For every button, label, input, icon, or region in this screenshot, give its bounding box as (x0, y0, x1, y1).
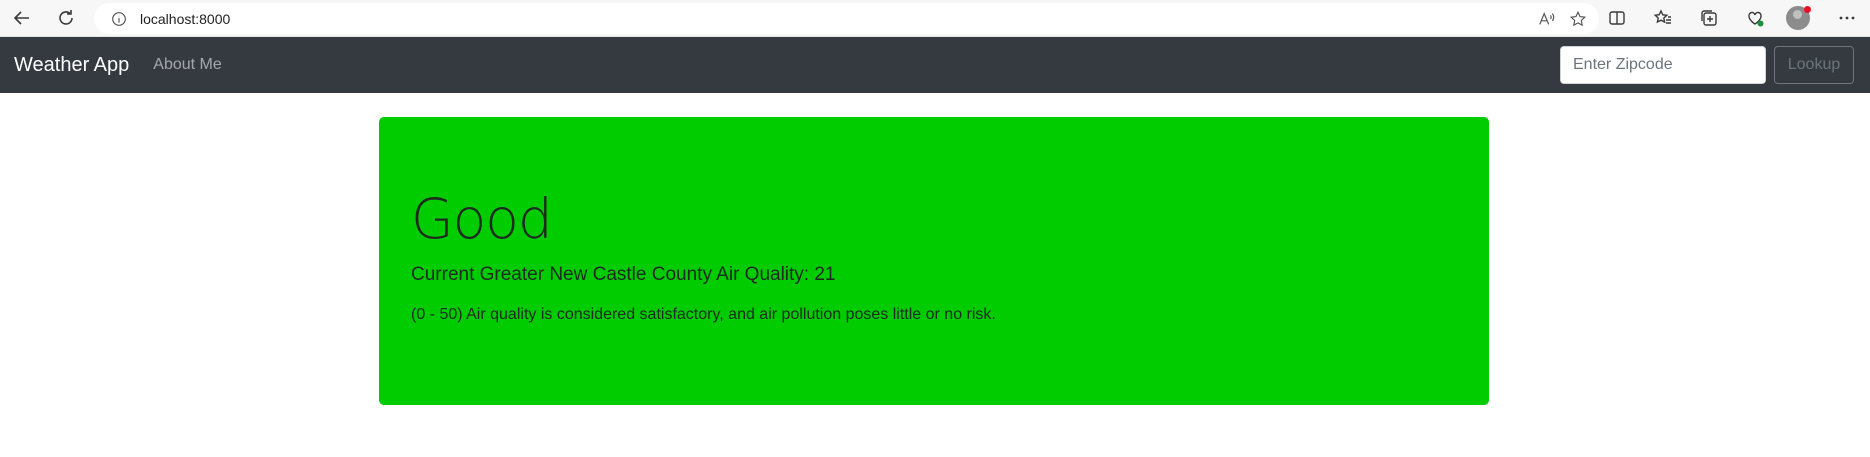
browser-essentials-icon[interactable] (1736, 2, 1774, 34)
profile-avatar[interactable] (1782, 2, 1820, 34)
brand-link[interactable]: Weather App (14, 54, 129, 77)
browser-toolbar: localhost:8000 (0, 0, 1870, 37)
air-quality-description: (0 - 50) Air quality is considered satis… (411, 305, 996, 323)
collections-icon[interactable] (1690, 2, 1728, 34)
refresh-icon[interactable] (48, 2, 84, 34)
url-text[interactable]: localhost:8000 (140, 11, 230, 27)
zipcode-input[interactable] (1560, 46, 1766, 84)
browser-nav-buttons (4, 2, 84, 34)
zipcode-form: Lookup (1560, 46, 1854, 84)
back-icon[interactable] (4, 2, 40, 34)
read-aloud-icon[interactable] (1537, 10, 1555, 28)
favorite-star-icon[interactable] (1569, 10, 1587, 28)
air-quality-panel: Good Current Greater New Castle County A… (379, 117, 1489, 405)
more-icon[interactable] (1828, 2, 1866, 34)
address-bar-actions (1537, 10, 1587, 28)
about-me-link[interactable]: About Me (153, 56, 221, 74)
address-bar[interactable]: localhost:8000 (94, 3, 1599, 34)
notification-dot (1803, 5, 1811, 13)
browser-extras (1598, 2, 1866, 34)
favorites-icon[interactable] (1644, 2, 1682, 34)
air-quality-reading: Current Greater New Castle County Air Qu… (411, 263, 836, 285)
site-navbar: Weather App About Me Lookup (0, 37, 1870, 93)
lookup-button[interactable]: Lookup (1774, 46, 1854, 84)
info-icon[interactable] (110, 10, 128, 28)
split-screen-icon[interactable] (1598, 2, 1636, 34)
air-quality-category: Good (411, 187, 553, 251)
